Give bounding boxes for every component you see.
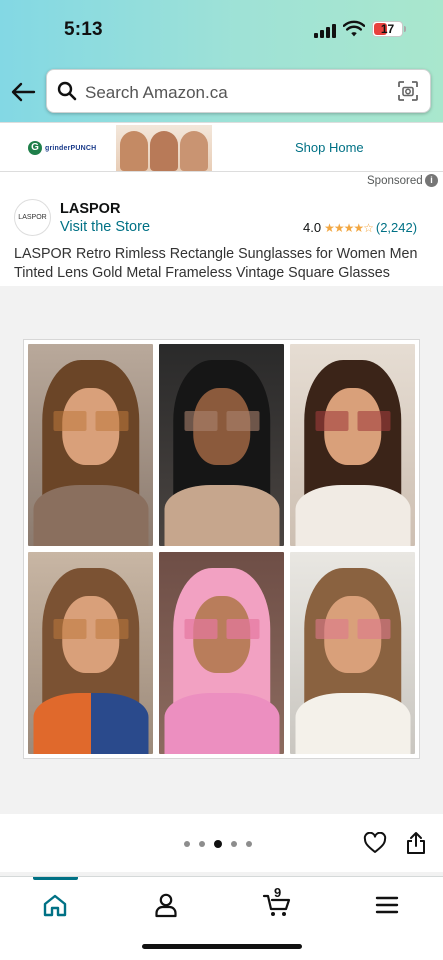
review-count[interactable]: (2,242) <box>376 220 417 235</box>
page-dot[interactable] <box>246 841 252 847</box>
battery-level: 17 <box>380 22 395 36</box>
search-icon[interactable] <box>57 81 77 101</box>
page-dot[interactable] <box>199 841 205 847</box>
shop-home-link[interactable]: Shop Home <box>295 140 364 155</box>
product-title: LASPOR Retro Rimless Rectangle Sunglasse… <box>14 246 418 281</box>
photo-tile <box>159 552 284 754</box>
back-arrow-icon[interactable] <box>10 80 36 104</box>
menu-icon[interactable] <box>372 891 402 919</box>
status-time: 5:13 <box>64 19 103 40</box>
photo-tile <box>159 344 284 546</box>
ad-image[interactable] <box>116 125 212 171</box>
signal-icon <box>314 24 336 38</box>
photo-tile <box>28 552 153 754</box>
store-logo[interactable]: LASPOR <box>14 199 51 236</box>
rating-summary[interactable]: 4.0 ★★★★☆ (2,242) <box>303 220 417 235</box>
page-dot-active[interactable] <box>214 840 222 848</box>
product-image[interactable] <box>23 339 420 759</box>
photo-tile <box>290 344 415 546</box>
page-dot[interactable] <box>231 841 237 847</box>
rating-value: 4.0 <box>303 220 322 235</box>
brand-name: LASPOR <box>60 201 121 217</box>
home-indicator[interactable] <box>142 944 302 949</box>
home-icon[interactable] <box>40 891 70 919</box>
search-input[interactable]: Search Amazon.ca <box>85 83 228 103</box>
account-icon[interactable] <box>151 891 181 919</box>
share-icon[interactable] <box>406 831 426 855</box>
cart-count-badge: 9 <box>274 885 282 900</box>
visit-store-link[interactable]: Visit the Store <box>60 219 150 235</box>
heart-icon[interactable] <box>363 832 387 854</box>
sponsored-label: Sponsored <box>367 175 423 187</box>
search-bar[interactable]: Search Amazon.ca <box>46 69 431 113</box>
star-rating-icon: ★★★★☆ <box>324 220 374 235</box>
active-tab-indicator <box>33 877 78 880</box>
battery-icon: 17 <box>372 21 403 37</box>
photo-tile <box>28 344 153 546</box>
gallery-pagination[interactable] <box>184 840 252 848</box>
info-icon[interactable]: i <box>425 174 438 187</box>
page-dot[interactable] <box>184 841 190 847</box>
wifi-icon <box>343 20 365 37</box>
ad-brand-logo[interactable]: GgrinderPUNCH <box>28 140 96 156</box>
photo-tile <box>290 552 415 754</box>
camera-scan-icon[interactable] <box>397 80 419 102</box>
